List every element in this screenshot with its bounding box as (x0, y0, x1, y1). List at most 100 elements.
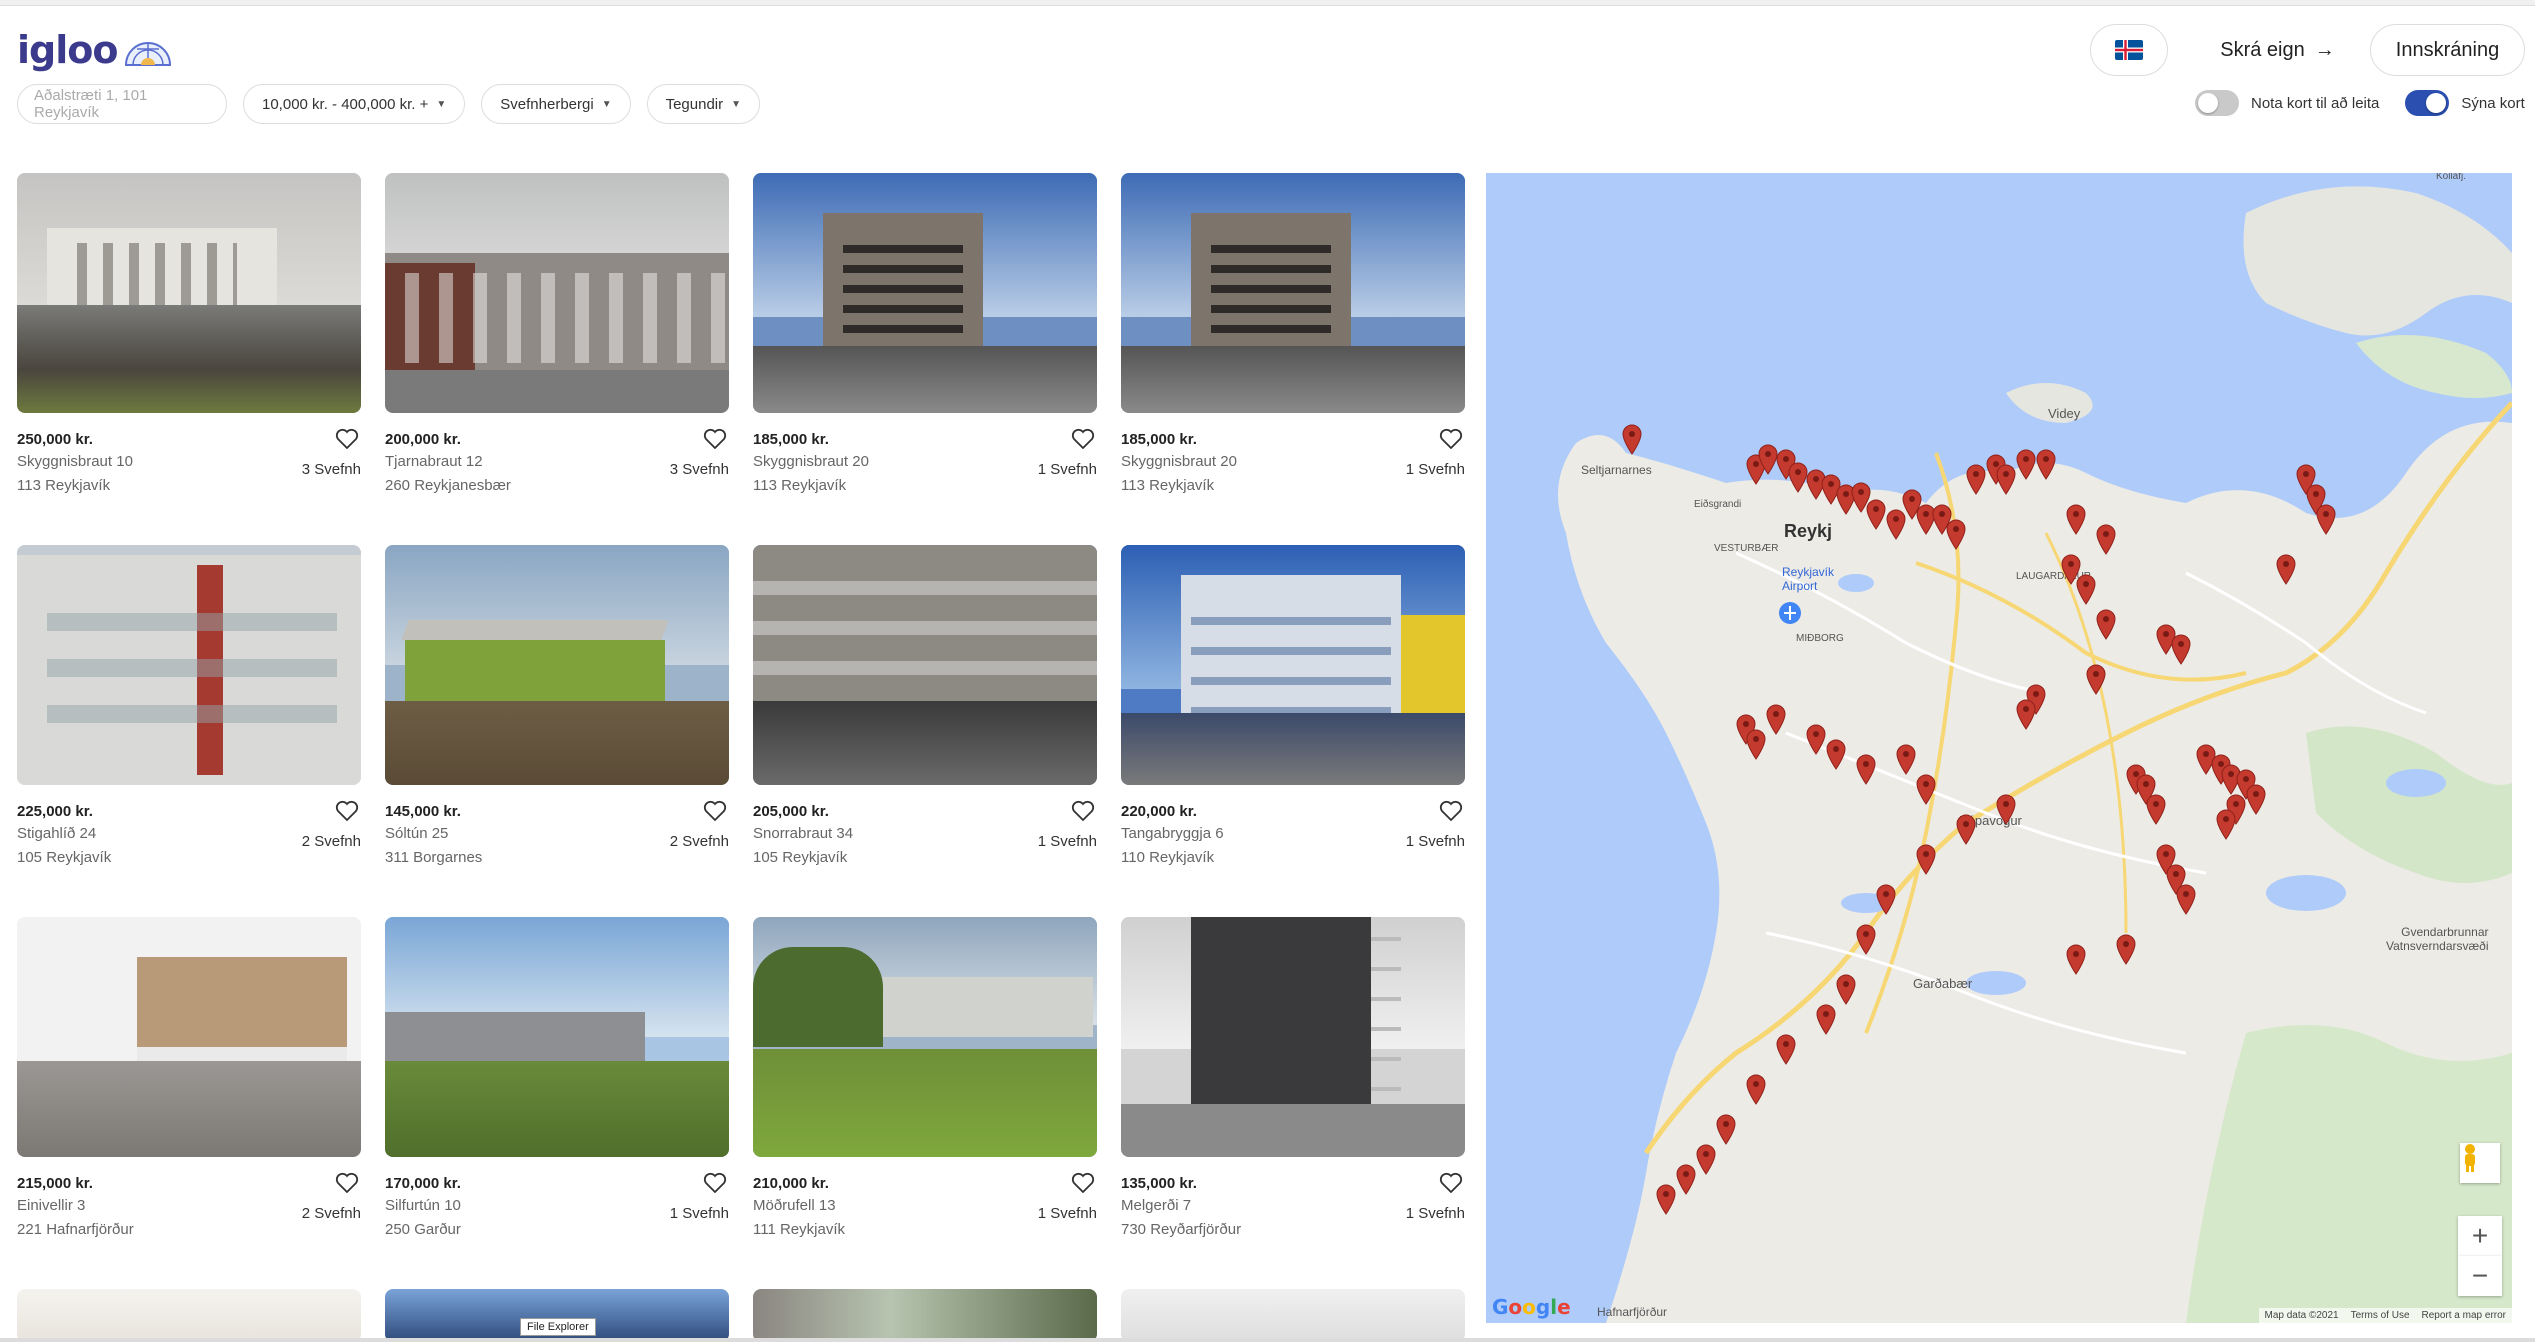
map-marker-pin-icon[interactable] (2245, 783, 2267, 815)
logo[interactable]: igloo (17, 28, 173, 72)
listing-photo[interactable] (753, 1289, 1097, 1342)
map-marker-pin-icon[interactable] (1775, 1033, 1797, 1065)
map-marker-pin-icon[interactable] (1825, 738, 1847, 770)
map-marker-pin-icon[interactable] (2035, 448, 2057, 480)
map-marker-pin-icon[interactable] (1995, 463, 2017, 495)
map-marker-pin-icon[interactable] (2015, 698, 2037, 730)
zoom-in-button[interactable]: + (2458, 1216, 2502, 1256)
map-marker-pin-icon[interactable] (1855, 923, 1877, 955)
heart-icon[interactable] (703, 428, 727, 450)
listing-card[interactable] (753, 1289, 1097, 1342)
address-search-input[interactable]: Aðalstræti 1, 101 Reykjavík (17, 84, 227, 124)
heart-icon[interactable] (335, 800, 359, 822)
listing-photo[interactable] (1121, 173, 1465, 413)
listing-card[interactable]: 185,000 kr. Skyggnisbraut 20 113 Reykjav… (1121, 173, 1465, 518)
map-marker-pin-icon[interactable] (1815, 1003, 1837, 1035)
list-property-button[interactable]: Skrá eign → (2200, 24, 2355, 76)
heart-icon[interactable] (1071, 428, 1095, 450)
heart-icon[interactable] (335, 428, 359, 450)
show-map-toggle[interactable] (2405, 90, 2450, 116)
map-marker-pin-icon[interactable] (1945, 518, 1967, 550)
bedrooms-filter[interactable]: Svefnherbergi ▼ (481, 84, 631, 124)
map-marker-pin-icon[interactable] (1805, 723, 1827, 755)
map-marker-pin-icon[interactable] (1835, 973, 1857, 1005)
map-marker-pin-icon[interactable] (1895, 743, 1917, 775)
listing-photo[interactable] (17, 1289, 361, 1342)
map-marker-pin-icon[interactable] (1955, 813, 1977, 845)
map-marker-pin-icon[interactable] (2175, 883, 2197, 915)
map-marker-pin-icon[interactable] (2075, 573, 2097, 605)
listing-card[interactable]: 210,000 kr. Möðrufell 13 111 Reykjavík 1… (753, 917, 1097, 1262)
map-marker-pin-icon[interactable] (1875, 883, 1897, 915)
report-map-error-link[interactable]: Report a map error (2422, 1310, 2506, 1321)
heart-icon[interactable] (1439, 1172, 1463, 1194)
listing-card[interactable]: 135,000 kr. Melgerði 7 730 Reyðarfjörður… (1121, 917, 1465, 1262)
map-marker-pin-icon[interactable] (2085, 663, 2107, 695)
heart-icon[interactable] (335, 1172, 359, 1194)
map-marker-pin-icon[interactable] (1855, 753, 1877, 785)
map-search-toggle[interactable] (2195, 90, 2239, 116)
login-button[interactable]: Innskráning (2370, 24, 2525, 76)
listing-card[interactable]: 250,000 kr. Skyggnisbraut 10 113 Reykjav… (17, 173, 361, 518)
listing-photo[interactable] (385, 173, 729, 413)
map-marker-pin-icon[interactable] (1715, 1113, 1737, 1145)
heart-icon[interactable] (703, 1172, 727, 1194)
listing-card[interactable]: 205,000 kr. Snorrabraut 34 105 Reykjavík… (753, 545, 1097, 890)
map-marker-pin-icon[interactable] (2065, 503, 2087, 535)
map-marker-pin-icon[interactable] (2095, 523, 2117, 555)
listing-card[interactable]: 170,000 kr. Silfurtún 10 250 Garður 1 Sv… (385, 917, 729, 1262)
listing-card[interactable]: 200,000 kr. Tjarnabraut 12 260 Reykjanes… (385, 173, 729, 518)
heart-icon[interactable] (1071, 800, 1095, 822)
listing-photo[interactable] (17, 545, 361, 785)
map-marker-pin-icon[interactable] (2145, 793, 2167, 825)
map-marker-pin-icon[interactable] (1675, 1163, 1697, 1195)
listing-card[interactable] (1121, 1289, 1465, 1342)
listing-photo[interactable] (385, 917, 729, 1157)
map-marker-pin-icon[interactable] (2015, 448, 2037, 480)
listing-photo[interactable] (753, 917, 1097, 1157)
street-view-pegman-icon[interactable] (2460, 1143, 2500, 1183)
heart-icon[interactable] (1439, 428, 1463, 450)
listing-card[interactable] (17, 1289, 361, 1342)
map-marker-pin-icon[interactable] (2170, 633, 2192, 665)
heart-icon[interactable] (1439, 800, 1463, 822)
types-filter[interactable]: Tegundir ▼ (646, 84, 761, 124)
heart-icon[interactable] (1071, 1172, 1095, 1194)
map-marker-pin-icon[interactable] (1965, 463, 1987, 495)
map-marker-pin-icon[interactable] (2215, 808, 2237, 840)
map-marker-pin-icon[interactable] (2275, 553, 2297, 585)
map-marker-pin-icon[interactable] (1915, 773, 1937, 805)
map-marker-pin-icon[interactable] (2095, 608, 2117, 640)
listing-photo[interactable] (753, 545, 1097, 785)
terms-link[interactable]: Terms of Use (2351, 1310, 2410, 1321)
listing-photo[interactable] (753, 173, 1097, 413)
listing-photo[interactable] (385, 545, 729, 785)
map-marker-pin-icon[interactable] (1655, 1183, 1677, 1215)
listing-photo[interactable] (1121, 545, 1465, 785)
map-marker-pin-icon[interactable] (1995, 793, 2017, 825)
language-button[interactable] (2090, 24, 2168, 76)
map-marker-pin-icon[interactable] (1865, 498, 1887, 530)
map-marker-pin-icon[interactable] (1765, 703, 1787, 735)
listing-photo[interactable] (17, 917, 361, 1157)
heart-icon[interactable] (703, 800, 727, 822)
listing-photo[interactable] (17, 173, 361, 413)
listing-card[interactable]: 215,000 kr. Einivellir 3 221 Hafnarfjörð… (17, 917, 361, 1262)
listing-card[interactable]: 145,000 kr. Sóltún 25 311 Borgarnes 2 Sv… (385, 545, 729, 890)
map-marker-pin-icon[interactable] (1621, 423, 1643, 455)
map-marker-pin-icon[interactable] (2315, 503, 2337, 535)
listing-photo[interactable] (1121, 917, 1465, 1157)
listing-card[interactable]: 225,000 kr. Stigahlíð 24 105 Reykjavík 2… (17, 545, 361, 890)
listing-card[interactable]: 220,000 kr. Tangabryggja 6 110 Reykjavík… (1121, 545, 1465, 890)
map-marker-pin-icon[interactable] (1745, 728, 1767, 760)
map-marker-pin-icon[interactable] (1745, 1073, 1767, 1105)
listing-photo[interactable] (1121, 1289, 1465, 1342)
map-marker-pin-icon[interactable] (2115, 933, 2137, 965)
map-marker-pin-icon[interactable] (1695, 1143, 1717, 1175)
map[interactable]: Videy Seltjarnarnes Eiðsgrandi Reykj VES… (1486, 173, 2512, 1323)
price-filter[interactable]: 10,000 kr. - 400,000 kr. + ▼ (243, 84, 466, 124)
listing-card[interactable]: 185,000 kr. Skyggnisbraut 20 113 Reykjav… (753, 173, 1097, 518)
map-marker-pin-icon[interactable] (1915, 843, 1937, 875)
zoom-out-button[interactable]: − (2458, 1256, 2502, 1296)
map-marker-pin-icon[interactable] (2065, 943, 2087, 975)
